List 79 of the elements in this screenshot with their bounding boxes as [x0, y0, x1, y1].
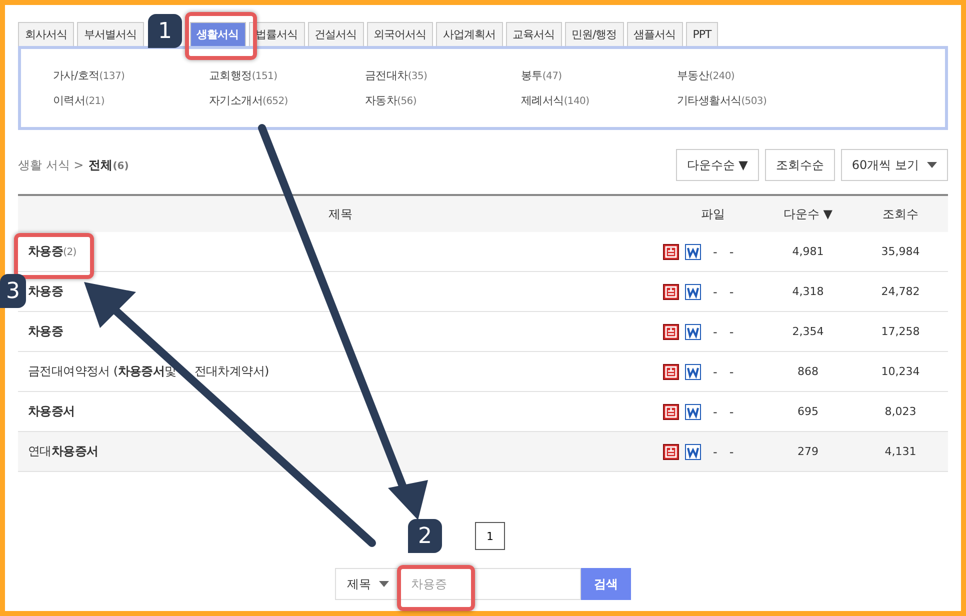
dash-text: - — [729, 244, 734, 258]
tab[interactable]: 회사서식 — [18, 22, 74, 46]
page-button[interactable]: 1 — [475, 522, 505, 550]
category-link[interactable]: 이력서(21) — [53, 93, 209, 108]
step-number-badge: 2 — [408, 519, 442, 553]
breadcrumb-parent[interactable]: 생활 서식 > — [18, 156, 84, 174]
tab[interactable]: 교육서식 — [506, 22, 562, 46]
view-count: 24,782 — [880, 285, 921, 298]
download-count: 4,318 — [791, 285, 825, 298]
hwp-file-icon[interactable] — [663, 324, 679, 340]
sort-button[interactable]: 다운수순 ▼ — [676, 149, 759, 181]
caret-icon — [379, 581, 389, 587]
view-count: 35,984 — [880, 245, 921, 258]
dash-text: - — [713, 444, 718, 458]
document-title[interactable]: 차용증(2) — [28, 244, 76, 258]
document-title[interactable]: 전대차계약서) — [194, 363, 269, 380]
hwp-file-icon[interactable] — [663, 404, 679, 420]
category-link[interactable]: 부동산(240) — [677, 68, 833, 83]
dash-text: - — [713, 244, 718, 258]
word-file-icon[interactable] — [685, 324, 701, 340]
dash-text: - — [713, 284, 718, 298]
tab[interactable]: 외국어서식 — [366, 22, 433, 46]
word-file-icon[interactable] — [685, 444, 701, 460]
dash-text: - — [713, 324, 718, 338]
category-link[interactable]: 제례서식(140) — [521, 93, 677, 108]
dash-text: - — [713, 404, 718, 418]
category-link[interactable]: 금전대차(35) — [365, 68, 521, 83]
column-header: 조회수 — [882, 206, 920, 222]
view-count: 4,131 — [884, 445, 918, 458]
caret-icon — [927, 162, 937, 168]
document-title[interactable]: 차용증 — [28, 324, 64, 338]
step-number-badge: 1 — [148, 14, 182, 48]
column-header[interactable]: 다운수 ▼ — [763, 206, 853, 222]
download-count: 4,981 — [791, 245, 825, 258]
category-link[interactable]: 기타생활서식(503) — [677, 93, 833, 108]
dash-text: - — [729, 324, 734, 338]
tab[interactable]: PPT — [686, 22, 718, 46]
column-header: 파일 — [700, 206, 726, 222]
tab[interactable]: 부서별서식 — [77, 22, 144, 46]
column-header: 제목 — [328, 206, 354, 222]
hwp-file-icon[interactable] — [663, 284, 679, 300]
download-count: 279 — [796, 445, 820, 458]
view-count: 8,023 — [884, 405, 918, 418]
tab[interactable]: 샘플서식 — [626, 22, 683, 46]
hwp-file-icon[interactable] — [663, 244, 679, 260]
sort-button[interactable]: 조회수순 — [764, 149, 835, 181]
download-count: 2,354 — [791, 325, 825, 338]
dash-text: - — [729, 284, 734, 298]
sort-button[interactable]: 60개씩 보기 — [840, 149, 948, 181]
word-file-icon[interactable] — [685, 404, 701, 420]
dash-text: - — [713, 364, 718, 378]
breadcrumb-current: 전체(6) — [88, 156, 129, 174]
category-link[interactable]: 봉투(47) — [521, 68, 677, 83]
category-link[interactable]: 가사/호적(137) — [53, 68, 209, 83]
tab[interactable]: 법률서식 — [248, 22, 304, 46]
category-link[interactable]: 자기소개서(652) — [209, 93, 365, 108]
view-count: 10,234 — [880, 365, 921, 378]
word-file-icon[interactable] — [685, 364, 701, 380]
step-number-badge: 3 — [0, 274, 26, 308]
highlight-frame — [185, 12, 257, 60]
hwp-file-icon[interactable] — [663, 444, 679, 460]
download-count: 695 — [796, 405, 820, 418]
word-file-icon[interactable] — [685, 244, 701, 260]
category-link[interactable]: 자동차(56) — [365, 93, 521, 108]
document-title[interactable]: 금전대여약정서 (차용증서및 — [28, 363, 176, 380]
tab[interactable]: 사업계획서 — [436, 22, 502, 46]
tab[interactable]: 민원/행정 — [564, 22, 624, 46]
category-link[interactable]: 교회행정(151) — [209, 68, 365, 83]
tab[interactable]: 건설서식 — [308, 22, 364, 46]
dash-text: - — [729, 404, 734, 418]
view-count: 17,258 — [880, 325, 921, 338]
dash-text: - — [729, 364, 734, 378]
document-title[interactable]: 연대차용증서 — [28, 444, 98, 458]
document-title[interactable]: 차용증 — [28, 284, 64, 298]
dash-text: - — [729, 444, 734, 458]
document-title[interactable]: 차용증서 — [28, 404, 75, 418]
word-file-icon[interactable] — [685, 284, 701, 300]
download-count: 868 — [796, 365, 820, 378]
hwp-file-icon[interactable] — [663, 364, 679, 380]
